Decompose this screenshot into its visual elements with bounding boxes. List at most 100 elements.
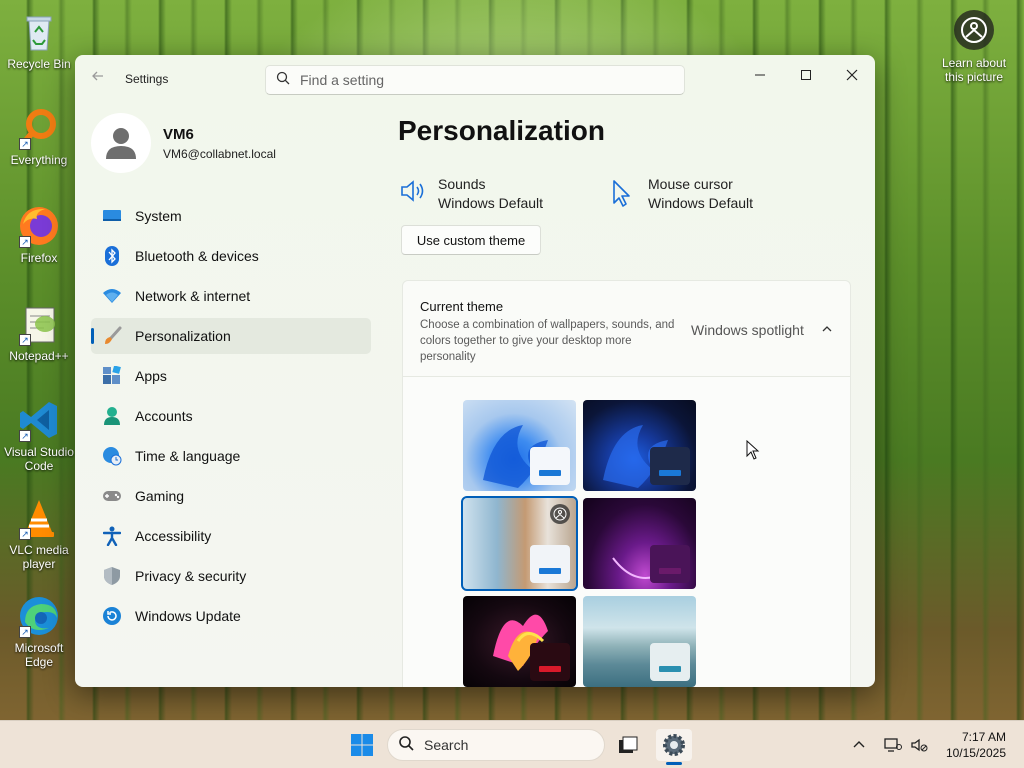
mouse-cursor-link[interactable]: Mouse cursor Windows Default [610, 175, 753, 213]
desktop-icon-vlc[interactable]: ↗ VLC media player [4, 496, 74, 571]
tray-volume-button[interactable] [910, 733, 928, 757]
sidebar-item-label: Personalization [135, 328, 231, 344]
desktop-icon-label: Notepad++ [9, 349, 69, 363]
theme-glow[interactable] [583, 498, 696, 589]
sidebar-item-label: Accessibility [135, 528, 212, 544]
theme-preview-window [650, 545, 690, 583]
spotlight-icon [550, 504, 570, 524]
user-name: VM6 [163, 125, 194, 143]
theme-windows-dark[interactable] [583, 400, 696, 491]
apps-icon [101, 365, 123, 387]
minimize-button[interactable] [737, 61, 783, 89]
desktop-icon-notepadpp[interactable]: ↗ Notepad++ [4, 302, 74, 363]
shield-icon [101, 565, 123, 587]
taskbar-clock[interactable]: 7:17 AM 10/15/2025 [946, 729, 1006, 761]
sidebar-item-time-language[interactable]: Time & language [91, 438, 371, 474]
desktop-icon-label: VLC media player [9, 543, 69, 571]
desktop-icon-label: Recycle Bin [7, 57, 71, 71]
sidebar-item-gaming[interactable]: Gaming [91, 478, 371, 514]
current-theme-description: Choose a combination of wallpapers, soun… [420, 319, 675, 363]
close-button[interactable] [829, 61, 875, 89]
sidebar-item-label: Network & internet [135, 288, 251, 304]
desktop-icon-everything[interactable]: ↗ Everything [4, 106, 74, 167]
minimize-icon [755, 74, 765, 76]
speaker-icon [400, 179, 430, 209]
desktop-icon-label: Everything [10, 153, 68, 167]
sidebar-item-privacy-security[interactable]: Privacy & security [91, 558, 371, 594]
accessibility-icon [101, 525, 123, 547]
sidebar-item-label: Privacy & security [135, 568, 247, 584]
mouse-cursor-value: Windows Default [648, 195, 754, 211]
close-icon [846, 69, 858, 81]
sidebar-item-label: Windows Update [135, 608, 241, 624]
sounds-value: Windows Default [438, 195, 544, 211]
network-display-icon [884, 738, 902, 752]
tray-network-button[interactable] [884, 733, 902, 757]
back-arrow-icon[interactable] [91, 69, 111, 89]
sounds-link[interactable]: Sounds Windows Default [400, 175, 543, 213]
desktop-icon-edge[interactable]: ↗ Microsoft Edge [4, 594, 74, 669]
theme-captured-motion[interactable] [463, 596, 576, 687]
sidebar-item-accounts[interactable]: Accounts [91, 398, 371, 434]
taskbar-settings-app[interactable] [656, 729, 692, 765]
brush-icon [101, 325, 123, 347]
settings-search-box[interactable] [265, 65, 685, 95]
clock-time: 7:17 AM [961, 730, 1006, 744]
globe-clock-icon [101, 445, 123, 467]
desktop-icon-label: Microsoft Edge [14, 641, 64, 669]
task-view-button[interactable] [610, 729, 646, 761]
taskbar-search[interactable]: Search [387, 729, 605, 761]
sidebar-item-system[interactable]: System [91, 198, 371, 234]
shortcut-arrow-icon: ↗ [19, 334, 31, 346]
wifi-icon [101, 285, 123, 307]
notepadpp-icon: ↗ [17, 302, 61, 346]
windows-logo-icon [351, 734, 373, 756]
avatar [91, 113, 151, 173]
shortcut-arrow-icon: ↗ [19, 528, 31, 540]
sidebar-item-personalization[interactable]: Personalization [91, 318, 371, 354]
sidebar-nav: System Bluetooth & devices Network & int… [91, 198, 371, 638]
show-hidden-icons-button[interactable] [852, 733, 866, 757]
theme-preview-window [650, 447, 690, 485]
mouse-pointer-icon [746, 439, 760, 465]
edge-icon: ↗ [17, 594, 61, 638]
active-app-indicator [666, 762, 682, 765]
sidebar-item-bluetooth-devices[interactable]: Bluetooth & devices [91, 238, 371, 274]
maximize-button[interactable] [783, 61, 829, 89]
desktop-icon-vscode[interactable]: ↗ Visual Studio Code [4, 398, 74, 473]
sidebar-item-label: System [135, 208, 182, 224]
desktop-icon-recycle-bin[interactable]: Recycle Bin [4, 10, 74, 71]
chevron-up-icon[interactable] [821, 322, 833, 340]
user-profile[interactable]: VM6 VM6@collabnet.local [91, 113, 276, 173]
vlc-icon: ↗ [17, 496, 61, 540]
use-custom-theme-button[interactable]: Use custom theme [401, 225, 541, 255]
learn-about-picture[interactable]: Learn about this picture [934, 10, 1014, 84]
sidebar-item-windows-update[interactable]: Windows Update [91, 598, 371, 634]
current-theme-value: Windows spotlight [691, 322, 804, 338]
desktop-icon-firefox[interactable]: ↗ Firefox [4, 204, 74, 265]
theme-flow[interactable] [583, 596, 696, 687]
theme-windows-light[interactable] [463, 400, 576, 491]
user-avatar-icon [106, 128, 136, 159]
firefox-icon: ↗ [17, 204, 61, 248]
chevron-up-icon [853, 741, 865, 748]
sidebar-item-accessibility[interactable]: Accessibility [91, 518, 371, 554]
clock-date: 10/15/2025 [945, 746, 1006, 760]
sidebar-item-apps[interactable]: Apps [91, 358, 371, 394]
everything-icon: ↗ [17, 106, 61, 150]
current-theme-header[interactable]: Current theme Choose a combination of wa… [403, 281, 850, 377]
sidebar-item-label: Bluetooth & devices [135, 248, 259, 264]
sidebar-item-label: Apps [135, 368, 167, 384]
theme-windows-spotlight[interactable] [461, 496, 578, 591]
sidebar-item-label: Time & language [135, 448, 241, 464]
search-icon [276, 71, 290, 90]
search-input[interactable] [300, 72, 660, 88]
recycle-bin-icon [17, 10, 61, 54]
shortcut-arrow-icon: ↗ [19, 430, 31, 442]
start-button[interactable] [345, 729, 379, 761]
sidebar-item-network-internet[interactable]: Network & internet [91, 278, 371, 314]
desktop-icon-label: Firefox [20, 251, 58, 265]
camera-info-icon [954, 10, 994, 50]
theme-preview-window [530, 643, 570, 681]
page-title: Personalization [398, 115, 605, 146]
